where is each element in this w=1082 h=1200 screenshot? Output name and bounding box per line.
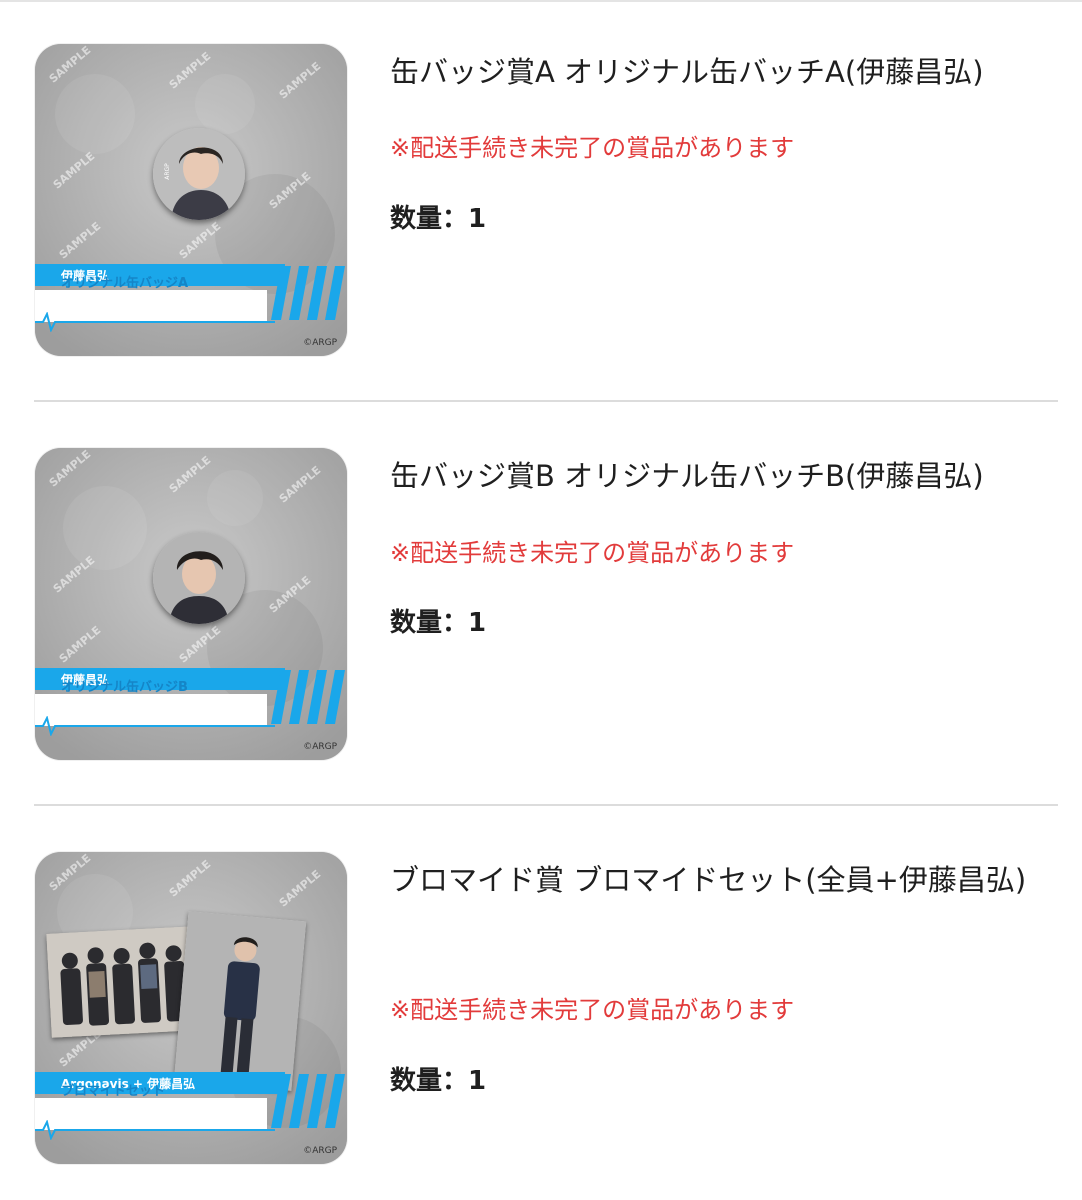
- band-product: オリジナル缶バッジB: [61, 680, 188, 695]
- quantity-row: 数量：1: [390, 198, 486, 235]
- quantity-label: 数量：: [390, 204, 469, 234]
- pulse-line-icon: [35, 1120, 275, 1140]
- quantity-label: 数量：: [390, 608, 469, 638]
- can-badge: [153, 532, 245, 624]
- group-photo: [46, 926, 200, 1038]
- label-band: 伊藤昌弘 オリジナル缶バッジA: [35, 264, 347, 332]
- prize-thumbnail[interactable]: SAMPLE SAMPLE SAMPLE SAMPLE SAMPLE SAMPL…: [35, 44, 347, 356]
- shipping-notice: ※配送手続き未完了の賞品があります: [390, 539, 795, 567]
- item-divider: [34, 400, 1058, 402]
- top-divider: [0, 0, 1082, 2]
- shipping-notice: ※配送手続き未完了の賞品があります: [390, 134, 795, 162]
- copyright: ©ARGP: [303, 1146, 337, 1156]
- prize-thumbnail[interactable]: SAMPLE SAMPLE SAMPLE SAMPLE Argonavis + …: [35, 852, 347, 1164]
- portrait-icon: [153, 532, 245, 624]
- solo-figure-icon: [173, 911, 307, 1091]
- quantity-label: 数量：: [390, 1066, 469, 1096]
- quantity-row: 数量：1: [390, 1060, 486, 1097]
- group-figures-icon: [46, 926, 200, 1038]
- shipping-notice: ※配送手続き未完了の賞品があります: [390, 996, 795, 1024]
- pulse-line-icon: [35, 716, 275, 736]
- solo-photo: [173, 911, 307, 1091]
- prize-thumbnail[interactable]: SAMPLE SAMPLE SAMPLE SAMPLE SAMPLE SAMPL…: [35, 448, 347, 760]
- label-band: Argonavis + 伊藤昌弘 ブロマイドセット: [35, 1072, 347, 1140]
- quantity-row: 数量：1: [390, 602, 486, 639]
- band-product: ブロマイドセット: [61, 1084, 166, 1099]
- band-product: オリジナル缶バッジA: [61, 276, 189, 291]
- quantity-value: 1: [468, 204, 487, 234]
- copyright: ©ARGP: [303, 338, 337, 348]
- quantity-value: 1: [468, 608, 487, 638]
- can-badge: ARGP: [153, 128, 245, 220]
- label-band: 伊藤昌弘 オリジナル缶バッジB: [35, 668, 347, 736]
- copyright: ©ARGP: [303, 742, 337, 752]
- prize-title[interactable]: ブロマイド賞 ブロマイドセット(全員+伊藤昌弘): [390, 854, 1030, 906]
- item-divider: [34, 804, 1058, 806]
- pulse-line-icon: [35, 312, 275, 332]
- quantity-value: 1: [468, 1066, 487, 1096]
- prize-title[interactable]: 缶バッジ賞A オリジナル缶バッチA(伊藤昌弘): [390, 46, 1050, 98]
- prize-title[interactable]: 缶バッジ賞B オリジナル缶バッチB(伊藤昌弘): [390, 450, 1050, 502]
